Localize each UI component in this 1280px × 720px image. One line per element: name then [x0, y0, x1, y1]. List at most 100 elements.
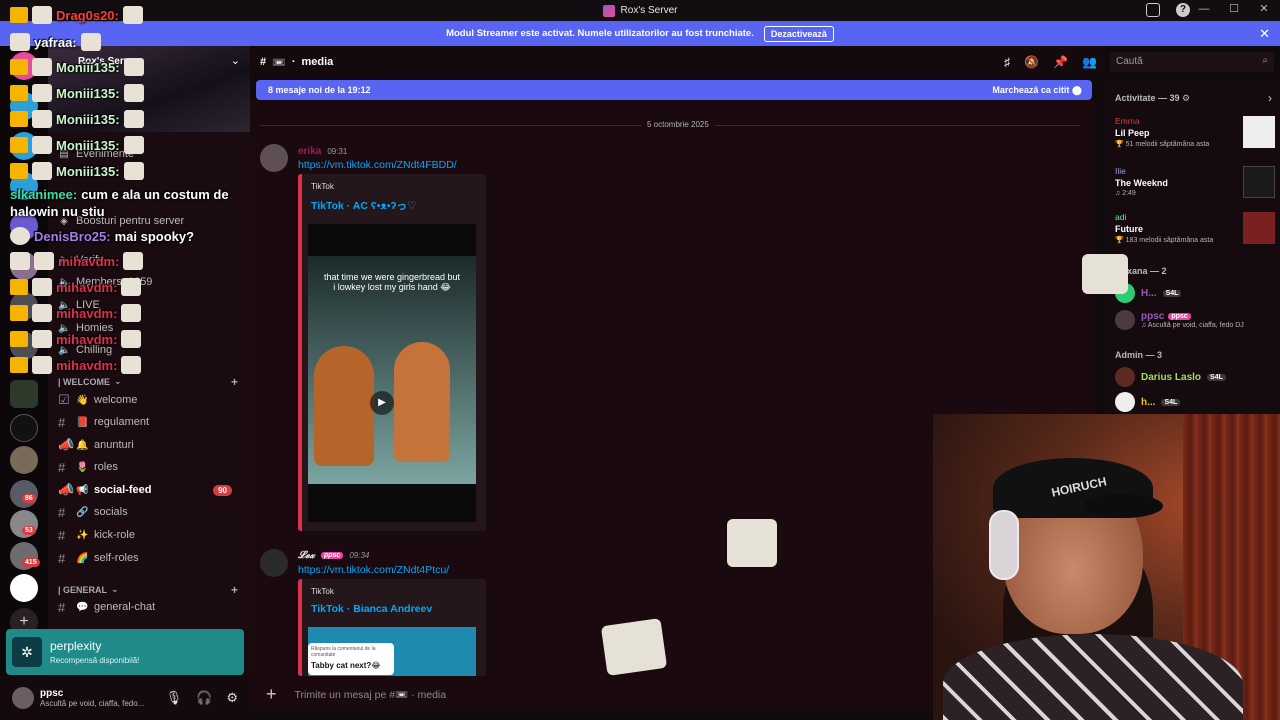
server-icon[interactable] [10, 292, 38, 320]
comment-reply-label: Răspuns la comentariul de la comunitate [311, 646, 376, 658]
chevron-right-icon[interactable]: › [1268, 91, 1272, 105]
play-icon[interactable]: ▶ [370, 391, 394, 415]
channel-anunturi[interactable]: 📣 🔔 anunturi [58, 435, 244, 455]
member-name: h... [1141, 396, 1156, 408]
mark-read-button[interactable]: Marchează ca citit ⬤ [992, 85, 1082, 96]
sidebar-item-boosts[interactable]: ◈ Boosturi pentru server [58, 211, 244, 231]
channel-general-chat[interactable]: # 💬 general-chat [58, 597, 244, 617]
avatar[interactable] [260, 144, 288, 172]
server-icon[interactable] [10, 574, 38, 602]
hash-icon: # [58, 414, 66, 430]
activity-item[interactable]: adi Future 🏆 183 melodii săptămâna asta [1115, 212, 1275, 244]
server-icon[interactable] [10, 332, 38, 360]
channel-socials[interactable]: # 🔗 socials [58, 502, 244, 522]
sidebar-item-label: Evenimente [76, 148, 135, 160]
channel-emoji: 📕 [76, 416, 89, 428]
voice-channel-chilling[interactable]: 🔈 Chilling [58, 340, 244, 360]
perplexity-reward-popup[interactable]: ✲ perplexity Recompensă disponibilă! [6, 629, 244, 675]
new-messages-text: 8 mesaje noi de la 19:12 [268, 85, 371, 95]
unread-badge: 90 [213, 484, 232, 496]
server-icon[interactable] [10, 92, 38, 120]
category-general[interactable]: | GENERAL ⌄ + [58, 583, 244, 597]
attach-plus-icon[interactable]: + [266, 684, 277, 705]
close-banner-icon[interactable]: ✕ [1259, 26, 1270, 42]
maximize-icon[interactable]: ☐ [1226, 2, 1242, 15]
server-icon[interactable] [10, 414, 38, 442]
embed-title[interactable]: TikTok · AC ʕ•ᴥ•ʔっ♡ [311, 198, 416, 213]
activity-item[interactable]: Ilie The Weeknd ♫ 2:49 [1115, 166, 1275, 198]
threads-icon[interactable]: ♯ [1004, 55, 1010, 69]
voice-channel-live[interactable]: 🔈 LIVE [58, 295, 244, 315]
member-item[interactable]: h... S4L [1115, 392, 1181, 412]
member-item[interactable]: Darius Laslo S4L [1115, 367, 1226, 387]
notification-bell-icon[interactable]: 🔕 [1024, 55, 1039, 69]
add-channel-icon[interactable]: + [231, 375, 238, 389]
gear-icon[interactable]: ⚙ [226, 690, 238, 706]
headphones-icon [989, 510, 1019, 580]
category-label: | GENERAL [58, 584, 108, 595]
new-messages-bar[interactable]: 8 mesaje noi de la 19:12 Marchează ca ci… [256, 80, 1092, 100]
message-link[interactable]: https://vm.tiktok.com/ZNdt4FBDD/ [298, 159, 457, 171]
voice-channel-verify[interactable]: 🔈 Verify [58, 250, 244, 270]
pin-icon[interactable]: 📌 [1053, 55, 1068, 69]
megaphone-icon: 📣 [58, 437, 75, 452]
inbox-icon[interactable] [1146, 3, 1160, 17]
disable-streamer-button[interactable]: Dezactivează [763, 25, 834, 42]
author-name[interactable]: 𝓛𝓮𝔁 [298, 550, 315, 561]
speaker-icon: 🔈 [58, 299, 71, 311]
video-thumbnail[interactable]: Răspuns la comentariul de la comunitate … [308, 627, 476, 676]
date-divider: 5 octombrie 2025 [260, 120, 1080, 129]
activity-item[interactable]: Emma Lil Peep 🏆 51 melodii săptămâna ast… [1115, 116, 1275, 148]
author-name[interactable]: erika [298, 146, 321, 157]
channel-welcome[interactable]: ☑ 👋 welcome [58, 390, 244, 410]
server-name[interactable]: Rox's Server [78, 56, 139, 67]
add-channel-icon[interactable]: + [231, 583, 238, 597]
role-header: Admin — 3 [1115, 350, 1163, 360]
server-icon[interactable] [10, 252, 38, 280]
server-icon[interactable] [10, 52, 38, 80]
rail-unread-badge: 53 [22, 526, 36, 535]
microphone-icon[interactable]: 🎙 [166, 690, 183, 706]
embed-title[interactable]: TikTok · Bianca Andreev [311, 603, 432, 615]
message-author[interactable]: 𝓛𝓮𝔁 ppsc 09:34 [298, 550, 369, 561]
server-icon[interactable] [10, 446, 38, 474]
channel-regulament[interactable]: # 📕 regulament [58, 412, 244, 432]
headphones-icon[interactable]: 🎧 [196, 690, 212, 706]
avatar [1115, 367, 1135, 387]
voice-channel-homies[interactable]: 🔈 Homies [58, 318, 244, 338]
channel-social-feed[interactable]: 📣 📢 social-feed 90 [58, 480, 244, 500]
calendar-icon: ▤ [59, 148, 69, 160]
server-icon[interactable] [10, 380, 38, 408]
sidebar-item-events[interactable]: ▤ Evenimente [58, 144, 244, 164]
username[interactable]: ppsc [40, 688, 144, 699]
server-icon[interactable] [10, 132, 38, 160]
server-icon[interactable] [10, 172, 38, 200]
server-banner[interactable]: Rox's Server ⌄ [48, 46, 250, 132]
hash-icon: # [58, 504, 66, 520]
avatar[interactable] [260, 549, 288, 577]
minimize-icon[interactable]: — [1196, 3, 1212, 15]
message-author[interactable]: erika 09:31 [298, 146, 347, 157]
channel-self-roles[interactable]: # 🌈 self-roles [58, 548, 244, 568]
channel-emoji: 🌈 [76, 552, 89, 564]
cap-brim [1083, 494, 1163, 518]
message-placeholder: Trimite un mesaj pe #📼 · media [294, 688, 447, 701]
members-list-icon[interactable]: 👥 [1082, 55, 1097, 69]
avatar[interactable] [12, 687, 34, 709]
member-item[interactable]: ppsc ppsc ♫ Ascultă pe void, ciaffa, fedo… [1115, 310, 1244, 330]
voice-channel-members[interactable]: 🔈 Members: 1659 [58, 272, 244, 292]
close-window-icon[interactable]: ✕ [1256, 2, 1272, 15]
window-controls: — ☐ ✕ [1196, 2, 1272, 16]
channel-kick-role[interactable]: # ✨ kick-role [58, 525, 244, 545]
help-icon[interactable]: ? [1176, 3, 1190, 17]
video-thumbnail[interactable]: that time we were gingerbread but i lowk… [308, 224, 476, 522]
channel-label: self-roles [94, 552, 139, 564]
category-welcome[interactable]: | WELCOME ⌄ + [58, 375, 244, 389]
search-input[interactable]: Caută ⌕ [1110, 52, 1274, 72]
chevron-down-icon[interactable]: ⌄ [231, 54, 240, 67]
server-icon[interactable] [10, 212, 38, 240]
channel-emoji: 📢 [76, 484, 89, 496]
channel-roles[interactable]: # 🌷 roles [58, 457, 244, 477]
message-link[interactable]: https://vm.tiktok.com/ZNdt4Ptcu/ [298, 564, 449, 576]
rules-icon: ☑ [58, 392, 70, 407]
